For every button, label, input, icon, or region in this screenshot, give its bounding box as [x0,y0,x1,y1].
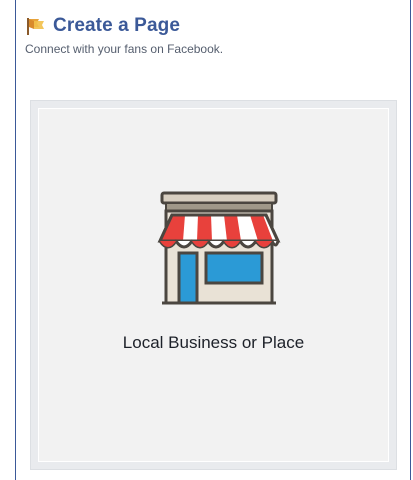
title-row: Create a Page [25,14,410,38]
category-tile-inner: Local Business or Place [38,108,389,462]
page-subtitle: Connect with your fans on Facebook. [25,42,224,56]
create-page-panel: Create a Page Connect with your fans on … [15,0,411,480]
flag-icon [27,18,44,35]
category-tile-local-business[interactable]: Local Business or Place [30,100,397,470]
category-label: Local Business or Place [122,333,305,352]
panel-header: Create a Page Connect with your fans on … [25,14,410,56]
page-title: Create a Page [53,15,180,36]
storefront-icon [157,191,281,305]
